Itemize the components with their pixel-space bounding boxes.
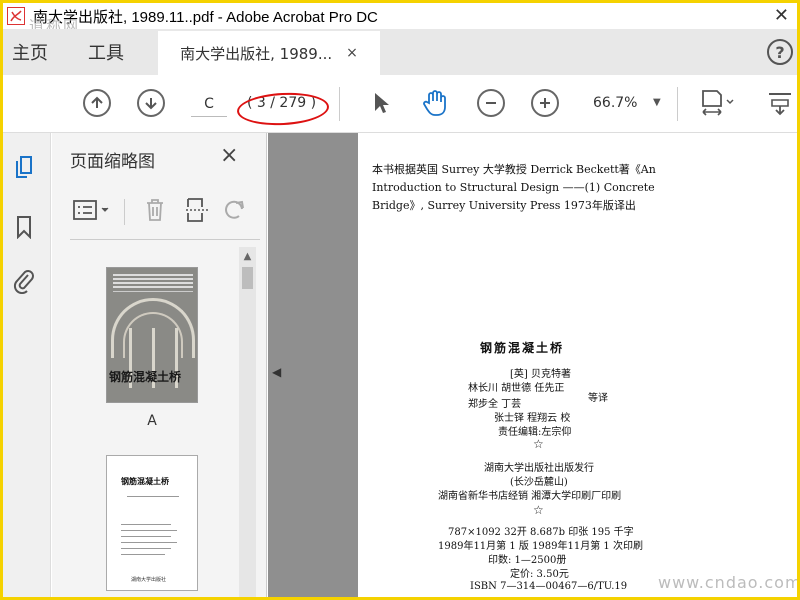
bookmark-icon[interactable] <box>13 215 35 239</box>
cursor-arrow-icon <box>375 93 389 113</box>
thumb2-text-line <box>121 554 165 555</box>
price-line: 定价: 3.50元 <box>510 569 569 580</box>
publisher-line: 湖南大学出版社出版发行 <box>484 463 594 474</box>
page-thumbnail-title-page[interactable]: 钢筋混凝土桥 湖南大学出版社 <box>106 455 198 591</box>
page-thumbnails-icon[interactable] <box>13 155 35 179</box>
plus-icon <box>540 98 550 108</box>
intro-paragraph: 本书根据英国 Surrey 大学教授 Derrick Beckett著《An I… <box>372 161 732 215</box>
thumbnail-page-label: A <box>147 413 157 429</box>
acrobat-app-icon <box>7 7 25 25</box>
rotate-page-button[interactable] <box>222 197 248 223</box>
page-fit-button[interactable] <box>697 89 737 117</box>
star-divider: ☆ <box>533 503 544 517</box>
thumbnail-toolbar <box>70 193 260 229</box>
page-thumbnails-panel: 页面缩略图 × ▲ 钢筋混凝土桥 A 钢筋混凝土桥 湖南大学出版社 <box>52 133 267 597</box>
tab-tools[interactable]: 工具 <box>79 39 133 65</box>
hand-icon <box>423 90 446 116</box>
arrow-up-icon <box>91 96 103 108</box>
trash-icon <box>147 199 163 221</box>
address-line: (长沙岳麓山) <box>510 477 568 488</box>
scroll-mode-icon <box>769 93 791 116</box>
scrollbar-thumb[interactable] <box>242 267 253 289</box>
intro-line: Introduction to Structural Design ——(1) … <box>372 181 655 194</box>
star-divider: ☆ <box>533 437 544 451</box>
tab-home[interactable]: 主页 <box>3 39 57 65</box>
panel-title: 页面缩略图 <box>70 152 155 172</box>
thumb2-text-line <box>127 496 179 497</box>
zoom-dropdown-icon[interactable]: ▼ <box>653 97 661 108</box>
author-line: [英] 贝克特著 <box>510 369 571 380</box>
thumbnail-options-button[interactable] <box>70 197 114 223</box>
thumb2-text-line <box>121 542 177 543</box>
toolbar-divider <box>339 87 340 121</box>
toolbar-divider-2 <box>677 87 678 121</box>
toolbar: C ( 3 / 279 ) 66.7% ▼ <box>3 75 797 133</box>
translators-line: 林长川 胡世德 任先正 <box>468 383 565 394</box>
fit-page-icon <box>702 90 734 116</box>
pdf-page: 本书根据英国 Surrey 大学教授 Derrick Beckett著《An I… <box>358 133 800 597</box>
tab-bar: 主页 工具 南大学出版社, 1989... × ? <box>3 29 797 75</box>
options-menu-icon <box>73 200 109 220</box>
tab-document[interactable]: 南大学出版社, 1989... × <box>158 31 380 75</box>
thumb2-text-line <box>121 536 171 537</box>
attachment-icon[interactable] <box>13 269 35 294</box>
scroll-mode-button[interactable] <box>765 89 795 117</box>
translators-suffix: 等译 <box>588 393 608 404</box>
acrobat-window: 南大学出版社, 1989.11..pdf - Adobe Acrobat Pro… <box>0 0 800 600</box>
next-page-button[interactable] <box>137 89 165 117</box>
window-close-button[interactable]: ✕ <box>774 5 789 26</box>
document-view[interactable]: ◀ 本书根据英国 Surrey 大学教授 Derrick Beckett著《An… <box>268 133 800 597</box>
zoom-level[interactable]: 66.7% <box>593 95 637 111</box>
intro-line: Bridge》, Surrey University Press 1973年版译… <box>372 199 636 212</box>
insert-page-button[interactable] <box>184 197 210 223</box>
zoom-in-button[interactable] <box>531 89 559 117</box>
hand-tool-button[interactable] <box>421 89 449 117</box>
page-thumbnail-cover[interactable]: 钢筋混凝土桥 <box>106 267 198 403</box>
proofreaders-line: 张士铎 程翔云 校 <box>494 413 571 424</box>
arrow-down-icon <box>145 98 157 110</box>
select-tool-button[interactable] <box>367 89 395 117</box>
rotate-icon <box>225 200 244 219</box>
isbn-line: ISBN 7—314—00467—6/TU.19 <box>470 581 628 592</box>
window-title: 南大学出版社, 1989.11..pdf - Adobe Acrobat Pro… <box>33 8 378 26</box>
editor-line: 责任编辑:左宗仰 <box>498 427 572 438</box>
watermark-bottom-right: www.cndao.com <box>658 573 800 592</box>
thumb2-text-line <box>121 548 171 549</box>
thumb2-footer: 湖南大学出版社 <box>131 577 167 583</box>
panel-tool-divider <box>124 199 125 225</box>
edition-line: 1989年11月第 1 版 1989年11月第 1 次印刷 <box>438 541 643 552</box>
cover-header-lines <box>113 272 193 292</box>
document-tab-close-button[interactable]: × <box>346 45 358 61</box>
collapse-panel-icon[interactable]: ◀ <box>272 365 281 379</box>
thumb2-text-line <box>121 524 171 525</box>
help-icon[interactable]: ? <box>767 39 793 65</box>
thumb2-text-line <box>121 530 177 531</box>
book-title: 钢筋混凝土桥 <box>480 341 565 355</box>
insert-page-icon <box>186 198 208 222</box>
panel-divider <box>70 239 260 240</box>
thumbnail-scrollbar[interactable]: ▲ <box>239 247 256 597</box>
navigation-pane-strip <box>3 133 51 597</box>
cover-title: 钢筋混凝土桥 <box>109 370 182 384</box>
delete-page-button[interactable] <box>142 197 168 223</box>
zoom-out-button[interactable] <box>477 89 505 117</box>
minus-icon <box>486 102 496 104</box>
page-number-input[interactable]: C <box>191 91 227 117</box>
document-tab-label: 南大学出版社, 1989... <box>180 44 333 63</box>
print-run-line: 印数: 1—2500册 <box>488 555 567 566</box>
spec-line: 787×1092 32开 8.687b 印张 195 千字 <box>448 527 634 538</box>
panel-close-button[interactable]: × <box>220 143 238 168</box>
translators-line-2: 郑步全 丁芸 <box>468 399 522 410</box>
thumb2-title: 钢筋混凝土桥 <box>121 476 169 486</box>
title-bar: 南大学出版社, 1989.11..pdf - Adobe Acrobat Pro… <box>3 3 797 29</box>
distribution-line: 湖南省新华书店经销 湘潭大学印刷厂印刷 <box>438 491 622 502</box>
previous-page-button[interactable] <box>83 89 111 117</box>
scroll-up-icon[interactable]: ▲ <box>239 249 256 263</box>
intro-line: 本书根据英国 Surrey 大学教授 Derrick Beckett著《An <box>372 163 656 176</box>
